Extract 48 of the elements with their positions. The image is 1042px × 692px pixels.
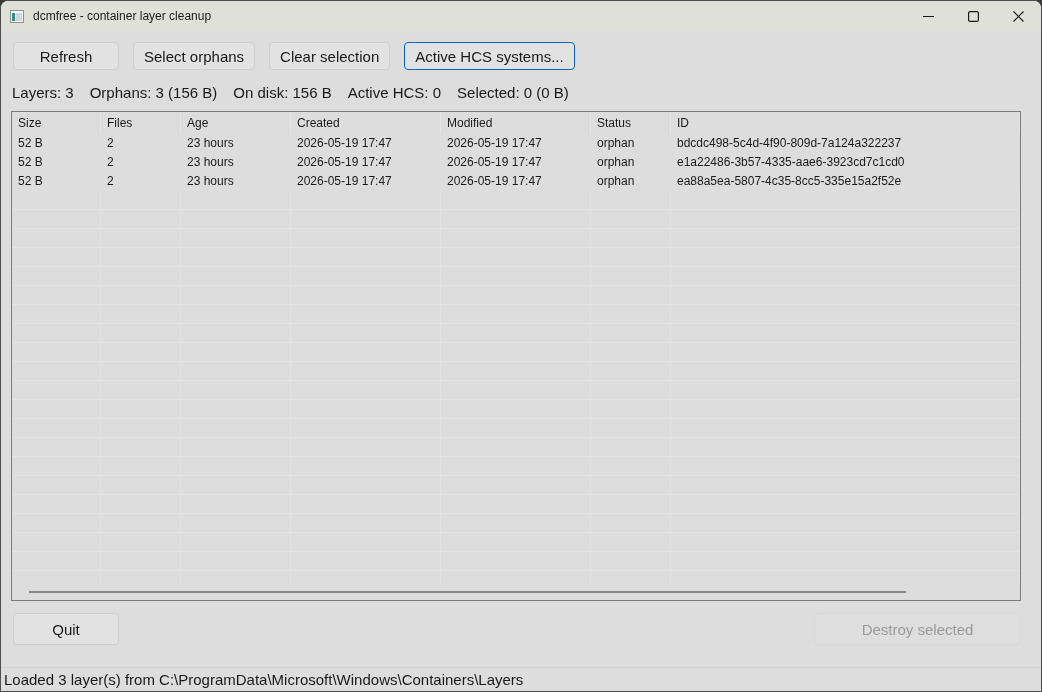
toolbar-button[interactable]: Clear selection (269, 42, 391, 70)
column-header[interactable]: Modified (441, 112, 591, 134)
table-cell-text: 52 B (17, 135, 44, 152)
table-cell-text: 2 (106, 173, 115, 190)
app-icon (10, 9, 24, 23)
summary-text: Active HCS: 0 (347, 83, 442, 102)
table-cell-text: 23 hours (186, 135, 235, 152)
table-cell-text: 2026-05-19 17:47 (296, 135, 393, 152)
table-cell-text: 52 B (17, 173, 44, 190)
column-header[interactable]: Size (12, 112, 101, 134)
summary-text: On disk: 156 B (233, 83, 332, 102)
table-cell-text: 52 B (17, 154, 44, 171)
footer-button[interactable]: Quit (13, 613, 119, 645)
status-text: Loaded 3 layer(s) from C:\ProgramData\Microsoft\Windows\Containers\Layers (4, 671, 524, 688)
column-header[interactable]: Created (291, 112, 441, 134)
table-cell-text: ea88a5ea-5807-4c35-8cc5-335e15a2f52e (676, 173, 903, 190)
table-cell-text: 2026-05-19 17:47 (296, 154, 393, 171)
summary-text: Selected: 0 (0 B) (457, 83, 569, 102)
close-icon (1013, 10, 1024, 22)
column-header[interactable]: ID (671, 112, 1020, 134)
table-cell-text: 23 hours (186, 173, 235, 190)
toolbar-button[interactable]: Active HCS systems... (404, 42, 575, 70)
table-cell-text: 2026-05-19 17:47 (446, 154, 543, 171)
summary-text: Layers: 3 (12, 83, 74, 102)
maximize-icon (968, 10, 979, 22)
column-header[interactable]: Age (181, 112, 291, 134)
table-cell-text: 2 (106, 135, 115, 152)
table-row[interactable]: 52 B 2 23 hours 2026-05-19 17:47 2026-05-19 17:47 orphan ea88a5ea-5807-4c35-8cc5-335e15a2f52e (12, 172, 1020, 191)
table-cell-text: 2026-05-19 17:47 (446, 173, 543, 190)
table-cell-text: 2026-05-19 17:47 (446, 135, 543, 152)
table-row[interactable]: 52 B 2 23 hours 2026-05-19 17:47 2026-05-19 17:47 orphan e1a22486-3b57-4335-aae6-3923cd7c1cd0 (12, 153, 1020, 172)
table-cell-text: orphan (596, 135, 636, 152)
minimize-icon (923, 15, 934, 17)
table-cell-text: 2 (106, 154, 115, 171)
scrollbar-thumb[interactable] (29, 591, 906, 593)
toolbar-button[interactable]: Select orphans (133, 42, 256, 70)
summary-text: Orphans: 3 (156 B) (89, 83, 218, 102)
table-cell-text: orphan (596, 154, 636, 171)
table-row[interactable]: 52 B 2 23 hours 2026-05-19 17:47 2026-05-19 17:47 orphan bdcdc498-5c4d-4f90-809d-7a124a322237 (12, 134, 1020, 153)
window-title: dcmfree - container layer cleanup (33, 9, 212, 23)
table-cell-text: e1a22486-3b57-4335-aae6-3923cd7c1cd0 (676, 154, 906, 171)
table-cell-text: 2026-05-19 17:47 (296, 173, 393, 190)
column-header[interactable]: Files (101, 112, 181, 134)
column-header[interactable]: Status (591, 112, 671, 134)
table-cell-text: orphan (596, 173, 636, 190)
toolbar-button[interactable]: Refresh (13, 42, 119, 70)
table-cell-text: bdcdc498-5c4d-4f90-809d-7a124a322237 (676, 135, 903, 152)
table-cell-text: 23 hours (186, 154, 235, 171)
